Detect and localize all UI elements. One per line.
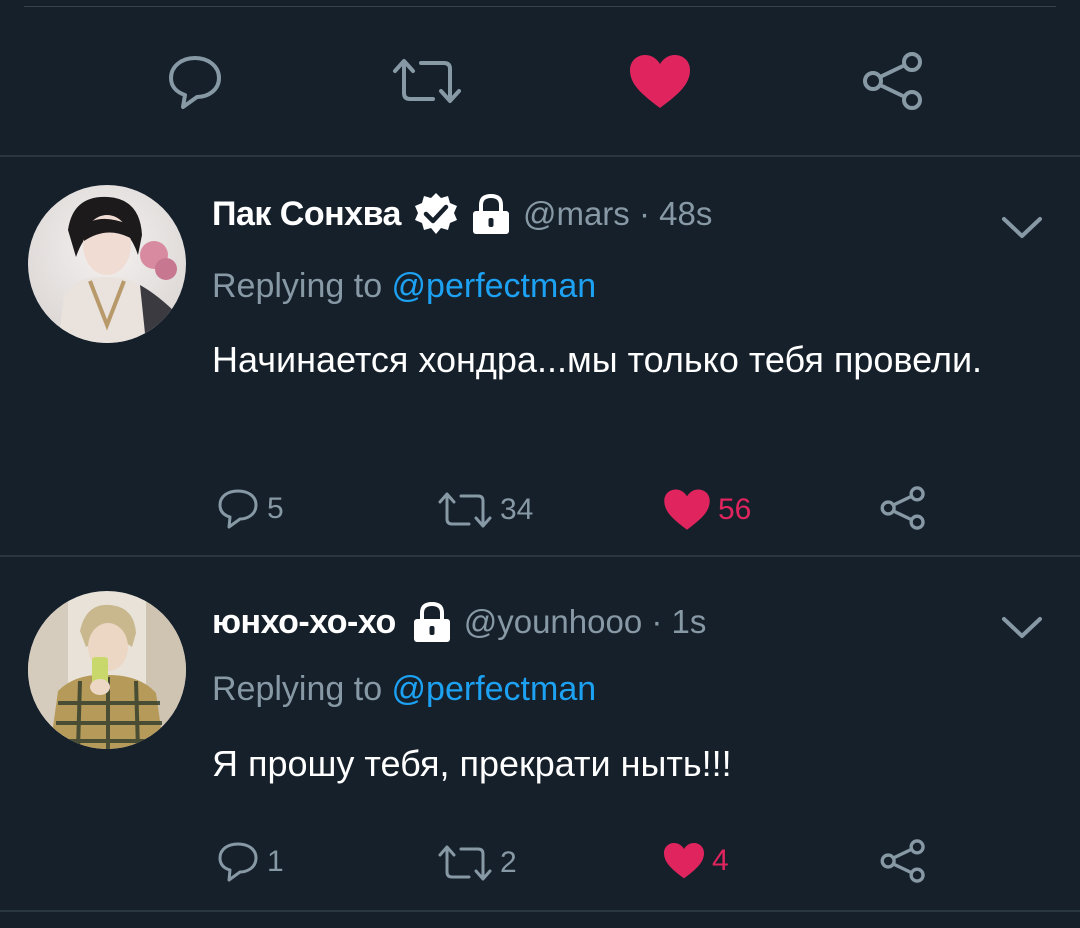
lock-icon — [472, 193, 509, 234]
reply-button[interactable]: 1 — [215, 840, 284, 884]
retweet-button[interactable]: 34 — [436, 490, 533, 530]
retweet-count: 34 — [500, 493, 534, 526]
mention-link[interactable]: @perfectman — [392, 670, 597, 708]
heart-filled-icon — [664, 843, 704, 879]
chevron-down-icon[interactable] — [1000, 215, 1044, 241]
share-button[interactable] — [878, 485, 928, 531]
handle-and-time: @younhooo · 1s — [463, 603, 707, 640]
retweet-icon — [393, 59, 461, 103]
main-share-button[interactable] — [860, 50, 926, 112]
display-name[interactable]: юнхо-хо-хо — [212, 603, 396, 642]
share-button[interactable] — [878, 838, 928, 884]
reply-header: Пак Сонхва @mars · 48s — [212, 189, 712, 239]
avatar[interactable] — [28, 185, 186, 343]
reply-icon — [218, 842, 258, 882]
replying-to-line: Replying to @perfectman — [212, 267, 596, 306]
retweet-count: 2 — [500, 846, 517, 879]
display-name[interactable]: Пак Сонхва — [212, 195, 401, 234]
like-button[interactable]: 56 — [662, 487, 751, 533]
main-retweet-button[interactable] — [389, 55, 465, 107]
avatar[interactable] — [28, 591, 186, 749]
heart-filled-icon — [630, 55, 690, 108]
share-icon — [863, 52, 922, 110]
like-button[interactable]: 4 — [662, 840, 729, 882]
reply-count: 1 — [267, 845, 284, 878]
retweet-button[interactable]: 2 — [436, 843, 517, 883]
like-count: 56 — [718, 493, 752, 526]
main-tweet-action-bar — [0, 0, 1080, 157]
verified-badge-icon — [414, 193, 457, 234]
reply-button[interactable]: 5 — [215, 487, 284, 531]
heart-filled-icon — [664, 489, 710, 530]
replying-prefix: Replying to — [212, 267, 392, 305]
reply-count: 5 — [267, 492, 284, 525]
handle-and-time: @mars · 48s — [522, 195, 713, 232]
tweet-text: Начинается хондра...мы только тебя прове… — [212, 339, 983, 380]
share-icon — [880, 486, 925, 530]
like-count: 4 — [712, 844, 729, 877]
reply-header: юнхо-хо-хо @younhooo · 1s — [212, 597, 706, 647]
replying-to-line: Replying to @perfectman — [212, 670, 596, 709]
share-icon — [880, 839, 925, 883]
replying-prefix: Replying to — [212, 670, 392, 708]
reply-icon — [218, 489, 258, 529]
chevron-down-icon[interactable] — [1000, 615, 1044, 641]
mention-link[interactable]: @perfectman — [392, 267, 597, 305]
tweet-text: Я прошу тебя, прекрати ныть!!! — [212, 743, 732, 784]
retweet-icon — [438, 845, 492, 881]
reply-icon — [169, 56, 221, 109]
retweet-icon — [438, 492, 492, 528]
lock-icon — [413, 601, 450, 642]
reply-tweet[interactable]: юнхо-хо-хо @younhooo · 1s Replying to @p… — [0, 557, 1080, 912]
reply-tweet[interactable]: Пак Сонхва @mars · 48s Replying to @perf… — [0, 157, 1080, 557]
main-like-button[interactable] — [627, 52, 693, 112]
main-reply-button[interactable] — [163, 52, 227, 112]
